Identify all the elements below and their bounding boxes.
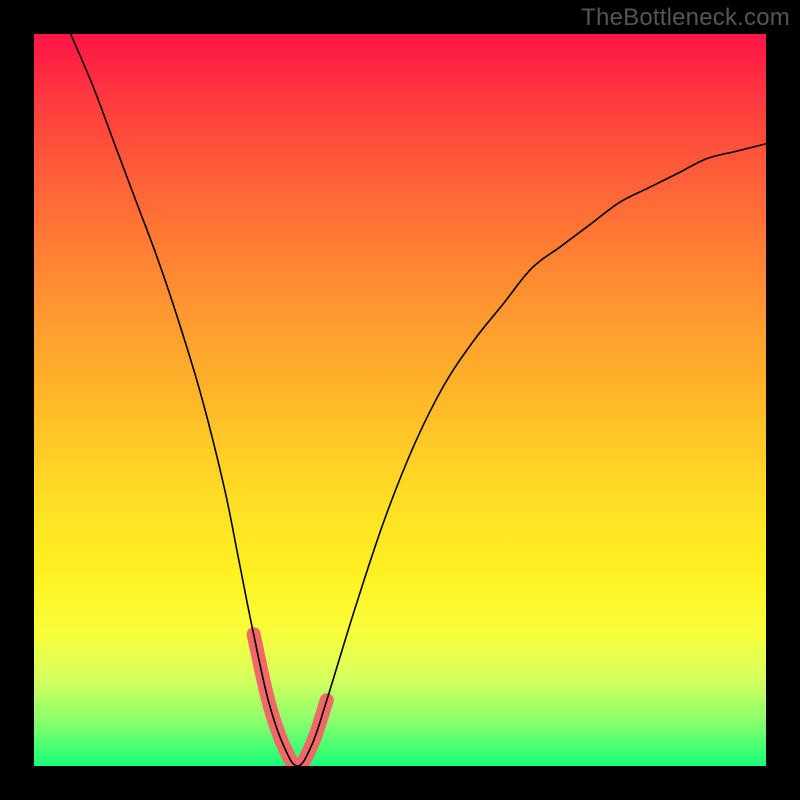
optimal-highlight-line — [254, 634, 327, 766]
plot-area — [34, 34, 766, 766]
chart-frame: TheBottleneck.com — [0, 0, 800, 800]
bottleneck-curve-line — [71, 34, 766, 766]
plot-svg — [34, 34, 766, 766]
watermark-text: TheBottleneck.com — [581, 4, 790, 32]
